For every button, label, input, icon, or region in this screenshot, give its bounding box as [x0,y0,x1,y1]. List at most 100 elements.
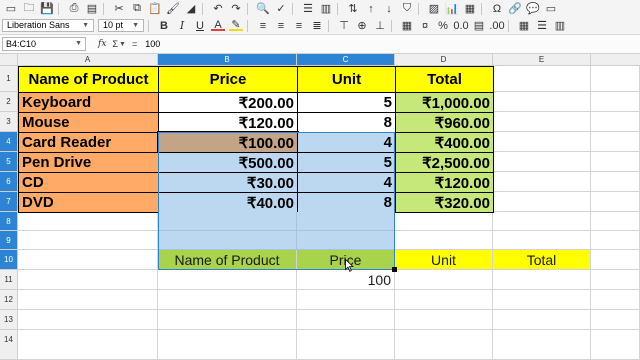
row-header-1[interactable]: 1 [0,66,18,92]
cell-d2[interactable]: ₹1,000.00 [395,92,494,113]
special-character-icon[interactable]: Ω [490,3,504,15]
comment-icon[interactable]: 💬 [526,3,540,15]
cell-f4[interactable] [591,132,640,152]
cell-c11[interactable]: 100 [297,270,395,290]
cell-b9[interactable] [158,231,297,250]
row-header-8[interactable]: 8 [0,212,18,231]
name-box[interactable]: B4:C10 ▼ [2,37,86,51]
cell-b14[interactable] [158,330,297,360]
cell-a6[interactable]: CD [18,172,159,193]
header-name-of-product[interactable]: Name of Product [18,66,159,93]
align-left-icon[interactable]: ≡ [256,20,270,32]
cell-c3[interactable]: 8 [297,112,396,133]
column-header-a[interactable]: A [18,54,158,66]
pivot-table-icon[interactable]: ▦ [463,3,477,15]
conditional-format-icon[interactable]: ▥ [553,20,567,32]
cell-a14[interactable] [18,330,158,360]
cell-f9[interactable] [591,231,640,250]
redo-icon[interactable]: ↷ [229,3,243,15]
cell-e12[interactable] [493,290,591,310]
cell-b6[interactable]: ₹30.00 [158,172,298,193]
decimal-icon[interactable]: 0.0 [453,20,468,32]
cell-f11[interactable] [591,270,640,290]
row-icon[interactable]: ☰ [301,3,315,15]
cell-d14[interactable] [395,330,493,360]
cell-f1[interactable] [591,66,640,92]
cell-e5[interactable] [493,152,591,172]
cell-b11[interactable] [158,270,297,290]
row-header-4[interactable]: 4 [0,132,18,152]
cell-f8[interactable] [591,212,640,231]
header-unit[interactable]: Unit [297,66,396,93]
chart-icon[interactable]: 📊 [445,3,459,15]
clone-formatting-icon[interactable]: 🖌 [166,3,180,15]
cell-e11[interactable] [493,270,591,290]
column-header-e[interactable]: E [493,54,591,66]
cell-e6[interactable] [493,172,591,192]
font-size-combo[interactable]: 10 pt ▼ [98,19,144,32]
row-header-9[interactable]: 9 [0,231,18,250]
column-header-f[interactable] [591,54,640,66]
cell-b5[interactable]: ₹500.00 [158,152,298,173]
cell-b3[interactable]: ₹120.00 [158,112,298,133]
header-total[interactable]: Total [395,66,494,93]
sort-ascending-icon[interactable]: ↑ [364,3,378,15]
cell-f7[interactable] [591,192,640,212]
cell-a11[interactable] [18,270,158,290]
cell-b2[interactable]: ₹200.00 [158,92,298,113]
cell-c6[interactable]: 4 [297,172,396,193]
sort-icon[interactable]: ⇅ [346,3,360,15]
underline-button[interactable]: U [193,20,207,32]
align-top-icon[interactable]: ⊤ [337,20,351,32]
cell-c7[interactable]: 8 [297,192,396,213]
cell-a5[interactable]: Pen Drive [18,152,159,173]
justify-icon[interactable]: ≣ [310,20,324,32]
cell-c9[interactable] [297,231,395,250]
find-replace-icon[interactable]: 🔍 [256,3,270,15]
percent-icon[interactable]: % [436,20,450,32]
cell-e1[interactable] [493,66,591,92]
header-price[interactable]: Price [158,66,298,93]
clear-formatting-icon[interactable]: ◢ [184,3,198,15]
cell-f3[interactable] [591,112,640,132]
cell-e2[interactable] [493,92,591,112]
add-decimal-icon[interactable]: .00 [489,20,504,32]
cell-c13[interactable] [297,310,395,330]
cell-f6[interactable] [591,172,640,192]
cell-e8[interactable] [493,212,591,231]
cell-a3[interactable]: Mouse [18,112,159,133]
align-bottom-icon[interactable]: ⊥ [373,20,387,32]
select-all-corner[interactable] [0,54,18,66]
cell-d5[interactable]: ₹2,500.00 [395,152,494,173]
open-folder-icon[interactable]: 🗀 [22,2,36,15]
cell-a13[interactable] [18,310,158,330]
image-icon[interactable]: ▨ [427,3,441,15]
italic-button[interactable]: I [175,19,189,32]
cell-d10[interactable]: Unit [395,250,493,270]
formula-icon[interactable]: = [132,39,137,49]
cell-b4-active[interactable]: ₹100.00 [157,131,299,154]
column-header-d[interactable]: D [395,54,493,66]
chevron-down-icon[interactable]: ▼ [119,41,126,48]
cell-d8[interactable] [395,212,493,231]
cell-f12[interactable] [591,290,640,310]
column-header-c[interactable]: C [297,54,395,66]
borders-icon[interactable]: ▦ [517,20,531,32]
row-header-5[interactable]: 5 [0,152,18,172]
border-style-icon[interactable]: ☰ [535,20,549,32]
cell-d12[interactable] [395,290,493,310]
highlight-color-icon[interactable]: ✎ [229,19,243,31]
center-vertically-icon[interactable]: ⊕ [355,20,369,32]
cut-icon[interactable]: ✂ [112,3,126,15]
cell-b8[interactable] [158,212,297,231]
cell-b12[interactable] [158,290,297,310]
row-header-3[interactable]: 3 [0,112,18,132]
row-header-10[interactable]: 10 [0,250,18,270]
cell-c4[interactable]: 4 [297,132,396,153]
function-wizard-icon[interactable]: fx [98,39,106,49]
cell-a12[interactable] [18,290,158,310]
row-header-11[interactable]: 11 [0,270,18,290]
cell-c14[interactable] [297,330,395,360]
undo-icon[interactable]: ↶ [211,3,225,15]
bold-button[interactable]: B [157,20,171,32]
